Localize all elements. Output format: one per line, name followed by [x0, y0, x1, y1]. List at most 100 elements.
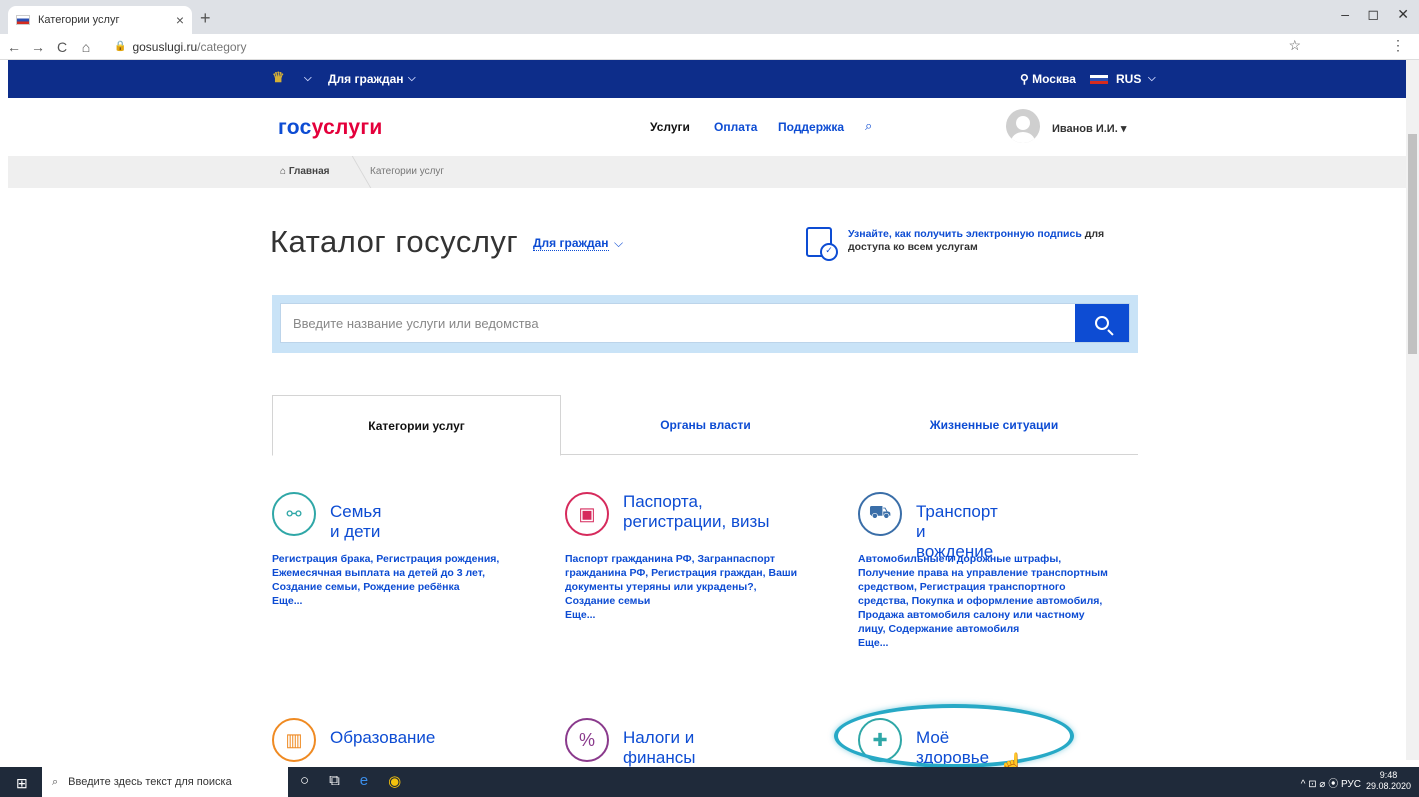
bookmark-star-icon[interactable]: ☆	[1288, 37, 1301, 54]
tab-authorities[interactable]: Органы власти	[561, 395, 850, 455]
category-services[interactable]: Регистрация брака, Регистрация рождения,…	[272, 553, 499, 593]
search-input[interactable]	[281, 304, 1071, 342]
browser-tab[interactable]: Категории услуг ×	[8, 6, 192, 34]
tab-close-icon[interactable]: ×	[176, 12, 184, 28]
gosuslugi-logo[interactable]: госуслуги	[278, 116, 383, 140]
breadcrumb-home-label: Главная	[288, 166, 330, 177]
emblem-chevron-down-icon[interactable]: ⌵	[304, 73, 312, 84]
main-nav: госуслуги Услуги Оплата Поддержка ⌕ Иван…	[8, 98, 1406, 156]
browser-toolbar: ← → C ⌂ 🔒 gosuslugi.ru /category ☆ ⋮	[0, 34, 1419, 60]
category-services[interactable]: Паспорт гражданина РФ, Загранпаспорт гра…	[565, 553, 797, 607]
catalog-filter-chevron-down-icon[interactable]: ⌵	[614, 236, 623, 251]
audience-selector[interactable]: Для граждан	[328, 72, 404, 86]
clock[interactable]: 9:48 29.08.2020	[1366, 770, 1411, 792]
edge-icon[interactable]: e	[360, 772, 368, 790]
url-domain: gosuslugi.ru	[132, 39, 198, 54]
category-more-link[interactable]: Еще...	[272, 595, 302, 607]
breadcrumb: ⌂ Главная Категории услуг	[8, 156, 1406, 188]
book-icon: ▥	[272, 718, 316, 762]
lock-icon: 🔒	[114, 41, 127, 52]
stroller-icon: ⚯	[272, 492, 316, 536]
category-title[interactable]: Налоги и финансы	[623, 728, 695, 768]
category-more-link[interactable]: Еще...	[858, 637, 888, 649]
maximize-button[interactable]: ◻	[1367, 6, 1379, 23]
nav-services[interactable]: Услуги	[650, 120, 690, 134]
language-label: RUS	[1116, 72, 1142, 86]
signature-certificate-icon	[806, 227, 838, 261]
passport-icon: ▣	[565, 492, 609, 536]
category-more-link[interactable]: Еще...	[565, 609, 595, 621]
taskbar-search[interactable]: ⌕ Введите здесь текст для поиска	[42, 767, 288, 797]
taskbar-search-placeholder: Введите здесь текст для поиска	[68, 776, 232, 788]
tab-life-situations[interactable]: Жизненные ситуации	[850, 395, 1138, 455]
minimize-button[interactable]: –	[1341, 6, 1349, 22]
address-bar[interactable]: 🔒 gosuslugi.ru /category	[114, 40, 247, 54]
logo-part-uslugi: услуги	[311, 116, 383, 139]
scrollbar-thumb[interactable]	[1408, 134, 1417, 354]
page-title: Каталог госуслуг	[270, 224, 519, 259]
search-icon	[1095, 316, 1109, 330]
forward-button[interactable]: →	[28, 39, 48, 55]
taskbar-apps: ○ ⧉ e ◉	[300, 772, 401, 790]
search-button[interactable]	[1075, 304, 1129, 342]
logo-part-gos: гос	[278, 116, 312, 139]
windows-start-icon[interactable]: ⊞	[16, 775, 28, 792]
user-menu[interactable]: Иванов И.И. ▾	[1052, 122, 1126, 135]
back-button[interactable]: ←	[4, 39, 24, 55]
new-tab-button[interactable]: +	[200, 8, 211, 29]
clock-date: 29.08.2020	[1365, 781, 1411, 791]
signature-info: Узнайте, как получить электронную подпис…	[848, 228, 1148, 254]
clock-time: 9:48	[1379, 770, 1398, 780]
search-box	[280, 303, 1130, 343]
category-links: Автомобильные и дорожные штрафы, Получен…	[858, 552, 1108, 650]
category-title[interactable]: Паспорта, регистрации, визы	[623, 492, 803, 532]
cortana-icon[interactable]: ○	[300, 772, 309, 790]
category-links: Паспорт гражданина РФ, Загранпаспорт гра…	[565, 552, 805, 622]
close-window-button[interactable]: ✕	[1397, 6, 1409, 23]
catalog-tabs: Категории услуг Органы власти Жизненные …	[272, 395, 1138, 456]
category-title[interactable]: Семья и дети	[330, 502, 381, 542]
browser-menu-icon[interactable]: ⋮	[1391, 37, 1405, 54]
system-tray[interactable]: ^ ⊡ ⌀ ⦿ РУС	[1301, 775, 1361, 790]
language-chevron-down-icon[interactable]: ⌵	[1148, 73, 1156, 84]
scrollbar[interactable]	[1406, 60, 1419, 760]
catalog-audience-filter[interactable]: Для граждан	[533, 236, 609, 251]
task-view-icon[interactable]: ⧉	[329, 772, 340, 790]
url-path: /category	[197, 39, 247, 54]
category-links: Регистрация брака, Регистрация рождения,…	[272, 552, 522, 608]
tab-title: Категории услуг	[38, 14, 120, 26]
signature-link[interactable]: Узнайте, как получить электронную подпис…	[848, 228, 1082, 240]
audience-chevron-down-icon[interactable]: ⌵	[408, 73, 416, 84]
location-pin-icon: ⚲	[1020, 72, 1033, 86]
highlight-annotation	[834, 704, 1074, 768]
nav-support[interactable]: Поддержка	[778, 120, 844, 134]
tab-categories[interactable]: Категории услуг	[272, 395, 561, 456]
russia-flag-icon	[1090, 74, 1108, 84]
home-icon: ⌂	[280, 166, 289, 177]
emblem-icon[interactable]: ♛	[272, 69, 288, 85]
search-panel	[272, 295, 1138, 353]
language-selector[interactable]: RUS	[1090, 72, 1141, 86]
city-label: Москва	[1032, 72, 1076, 86]
tax-icon: %	[565, 718, 609, 762]
avatar[interactable]	[1006, 109, 1040, 143]
category-title[interactable]: Образование	[330, 728, 435, 748]
nav-payment[interactable]: Оплата	[714, 120, 757, 134]
user-caret-icon: ▾	[1120, 123, 1127, 135]
breadcrumb-home[interactable]: ⌂ Главная	[280, 166, 330, 177]
home-button[interactable]: ⌂	[76, 39, 96, 55]
breadcrumb-current: Категории услуг	[370, 166, 445, 177]
category-services[interactable]: Автомобильные и дорожные штрафы, Получен…	[858, 553, 1108, 635]
reload-button[interactable]: C	[52, 39, 72, 55]
username: Иванов И.И.	[1052, 123, 1118, 135]
nav-search-icon[interactable]: ⌕	[865, 118, 872, 134]
browser-tabstrip: Категории услуг × + – ◻ ✕	[0, 0, 1419, 34]
taskbar: ⊞ ⌕ Введите здесь текст для поиска ○ ⧉ e…	[0, 767, 1419, 797]
top-bar: ♛ ⌵ Для граждан ⌵ ⚲ Москва RUS ⌵	[8, 60, 1406, 98]
car-icon: ⛟	[858, 492, 902, 536]
favicon-icon	[16, 15, 30, 25]
breadcrumb-separator	[334, 156, 372, 188]
chrome-icon[interactable]: ◉	[388, 772, 401, 790]
taskbar-search-icon: ⌕	[52, 775, 59, 788]
city-selector[interactable]: ⚲ Москва	[1020, 72, 1076, 86]
